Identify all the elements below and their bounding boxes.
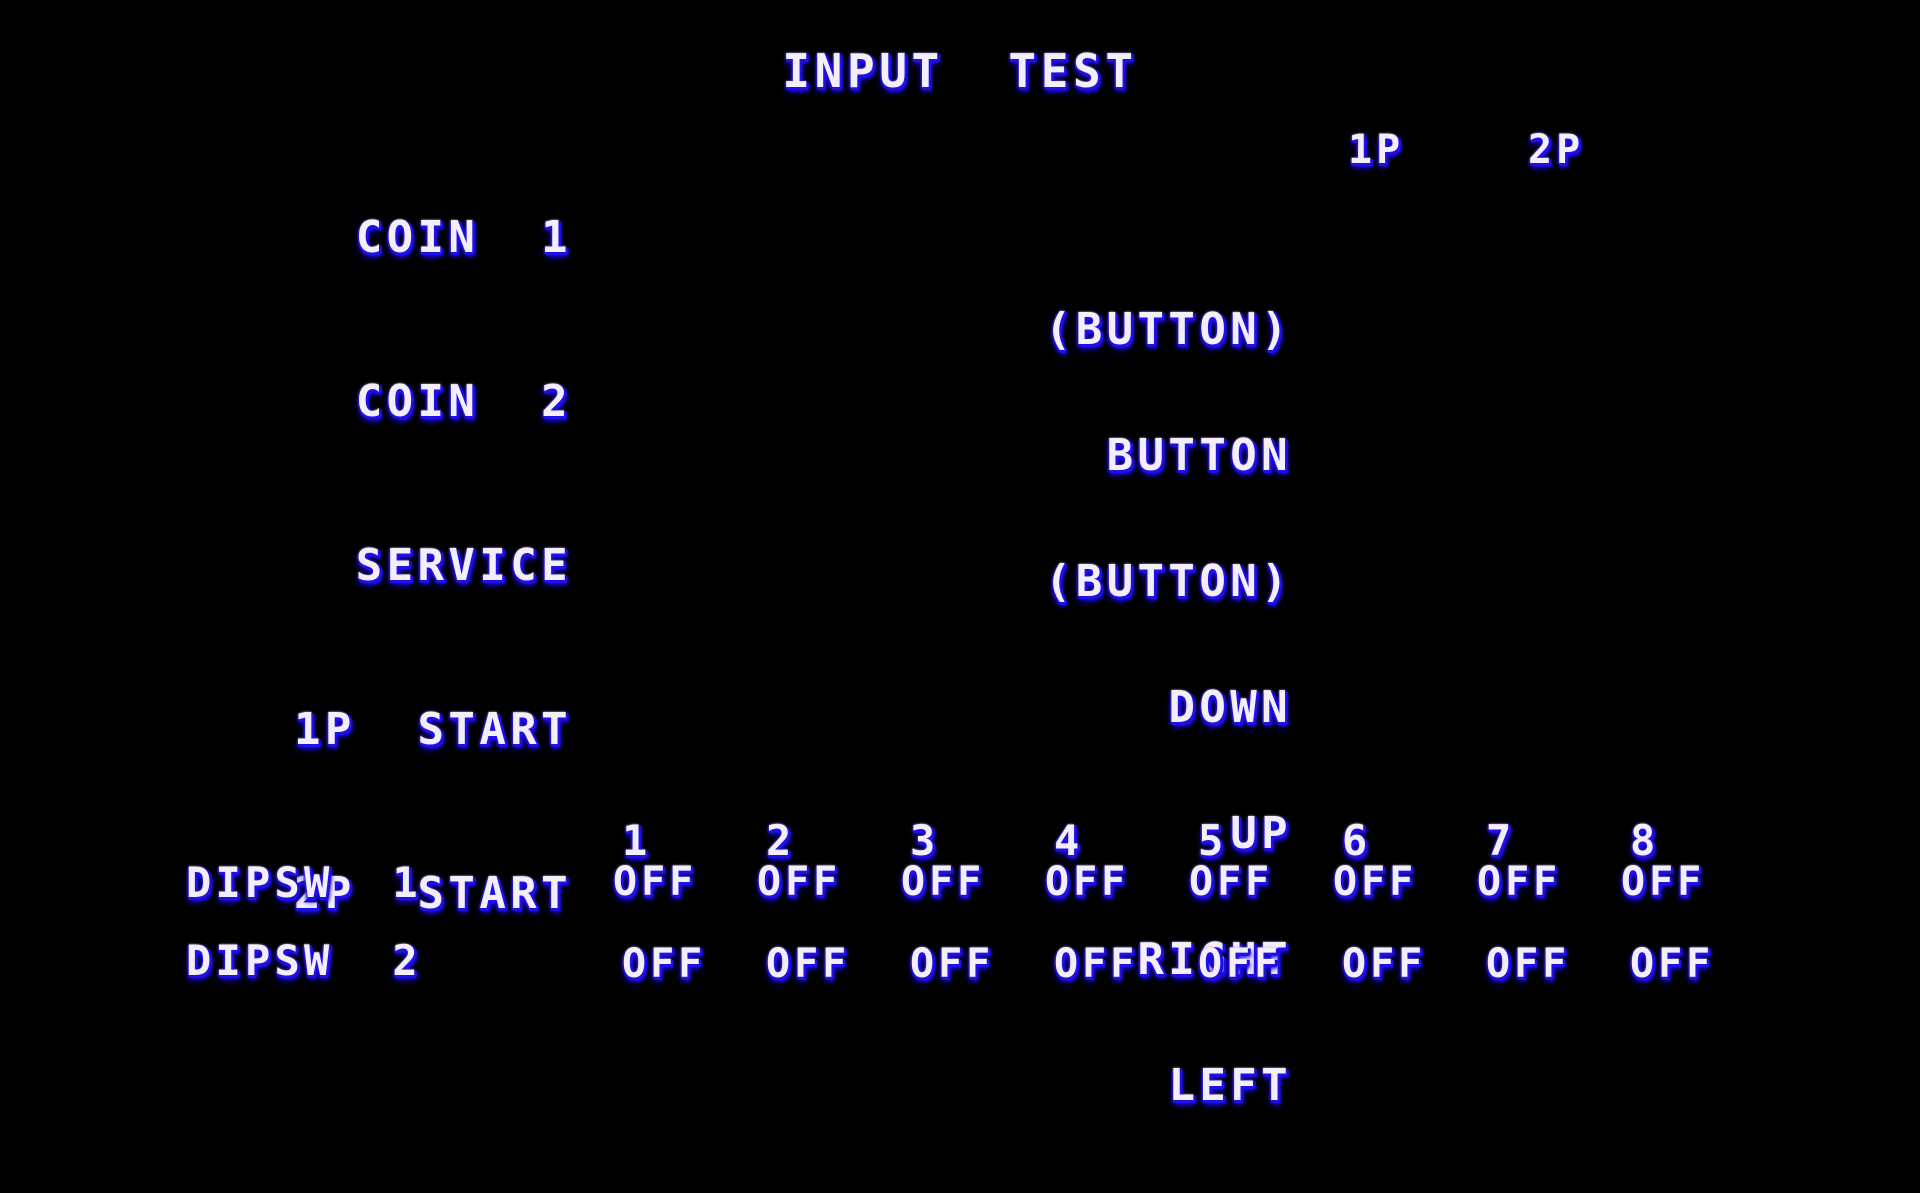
dipsw-column-number-8: 8	[1630, 816, 1660, 865]
dipsw-2-switch-3-value[interactable]: OFF	[910, 944, 994, 984]
dipsw-1-switch-6-value[interactable]: OFF	[1333, 862, 1417, 902]
dipsw-1-switch-1-value[interactable]: OFF	[613, 862, 697, 902]
dipsw-1-switch-5-value[interactable]: OFF	[1189, 862, 1273, 902]
dipsw-1-switch-3-value[interactable]: OFF	[901, 862, 985, 902]
dipsw-column-number-7: 7	[1486, 816, 1516, 865]
dipsw-2-switch-6-value[interactable]: OFF	[1342, 944, 1426, 984]
dipsw-row-1-label: DIPSW 1	[186, 858, 422, 907]
dipsw-2-switch-5-value[interactable]: OFF	[1198, 944, 1282, 984]
dipsw-2-switch-2-value[interactable]: OFF	[766, 944, 850, 984]
dipsw-2-switch-4-value[interactable]: OFF	[1054, 944, 1138, 984]
dipsw-2-switch-8-value[interactable]: OFF	[1630, 944, 1714, 984]
dipsw-1-switch-8-value[interactable]: OFF	[1621, 862, 1705, 902]
dipsw-1-switch-2-value[interactable]: OFF	[757, 862, 841, 902]
dipsw-row-2-label: DIPSW 2	[186, 936, 422, 985]
arcade-test-screen: INPUT TEST 1P 2P COIN 1 COIN 2 SERVICE 1…	[0, 0, 1920, 1108]
dipsw-column-number-5: 5	[1198, 816, 1228, 865]
dipsw-column-number-4: 4	[1054, 816, 1084, 865]
dipsw-column-number-3: 3	[910, 816, 940, 865]
dipsw-column-number-6: 6	[1342, 816, 1372, 865]
dipsw-table: DIPSW 1 DIPSW 2 1 OFF OFF 2 OFF OFF 3 OF…	[0, 0, 1920, 1080]
dipsw-2-switch-1-value[interactable]: OFF	[622, 944, 706, 984]
dipsw-2-switch-7-value[interactable]: OFF	[1486, 944, 1570, 984]
dipsw-1-switch-7-value[interactable]: OFF	[1477, 862, 1561, 902]
dipsw-1-switch-4-value[interactable]: OFF	[1045, 862, 1129, 902]
dipsw-column-number-1: 1	[622, 816, 652, 865]
dipsw-column-number-2: 2	[766, 816, 796, 865]
